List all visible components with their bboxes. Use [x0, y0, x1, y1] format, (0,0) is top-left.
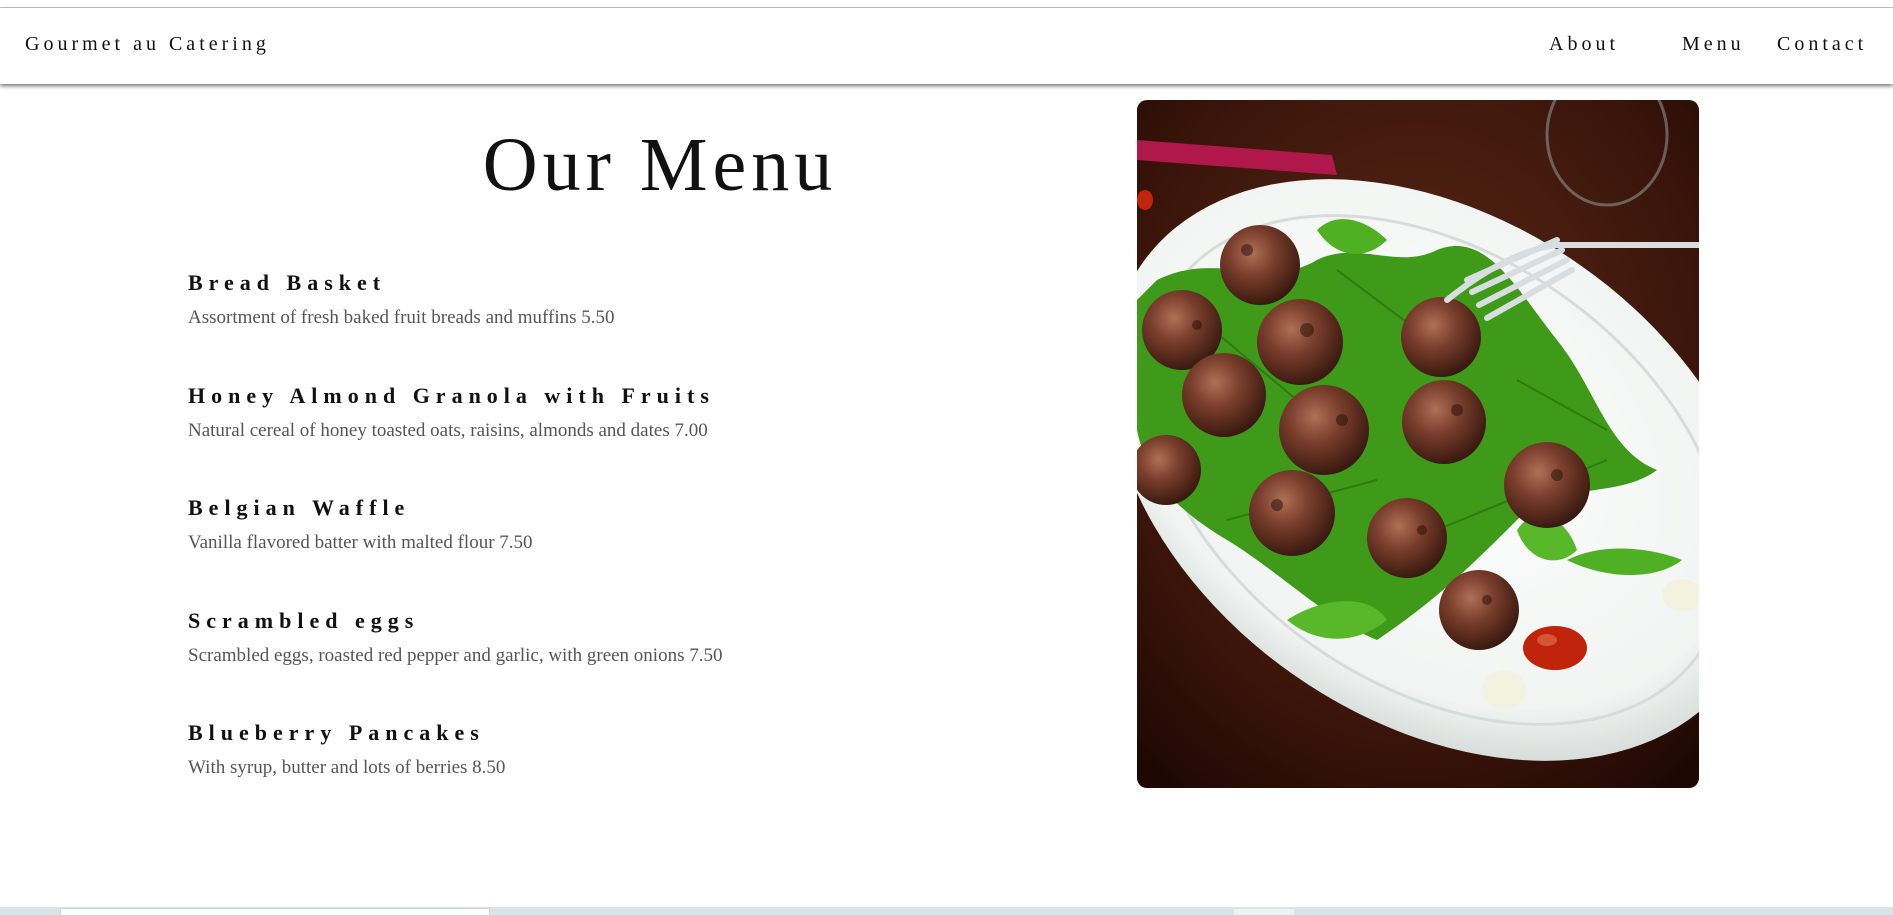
menu-item-name: Scrambled eggs [188, 607, 420, 633]
menu-list: Bread Basket Assortment of fresh baked f… [188, 268, 1088, 831]
menu-item-description: Assortment of fresh baked fruit breads a… [188, 307, 615, 328]
footer-panel [1234, 909, 1294, 915]
nav-menu-link[interactable]: Menu [1682, 33, 1745, 56]
brand-link[interactable]: Gourmet au Catering [25, 33, 270, 56]
meatballs-plate-image [1137, 100, 1699, 788]
menu-item-name: Bread Basket [188, 270, 387, 295]
menu-item-description: Scrambled eggs, roasted red pepper and g… [188, 644, 723, 666]
nav-about-link[interactable]: About [1549, 33, 1619, 56]
top-border [0, 0, 1893, 8]
nav-contact-link[interactable]: Contact [1777, 33, 1867, 56]
menu-item: Belgian Waffle Vanilla flavored batter w… [188, 493, 1088, 606]
menu-item: Bread Basket Assortment of fresh baked f… [188, 268, 1088, 381]
menu-item: Honey Almond Granola with Fruits Natural… [188, 381, 1088, 494]
menu-item-name: Honey Almond Granola with Fruits [188, 382, 715, 408]
footer-panel [60, 908, 490, 915]
top-navbar: Gourmet au Catering About Menu Contact [0, 8, 1893, 84]
menu-item: Blueberry Pancakes With syrup, butter an… [188, 718, 1088, 831]
menu-item-description: With syrup, butter and lots of berries 8… [188, 757, 506, 778]
menu-item-name: Belgian Waffle [188, 495, 411, 520]
menu-title: Our Menu [482, 123, 838, 207]
menu-item: Scrambled eggs Scrambled eggs, roasted r… [188, 606, 1088, 719]
menu-item-description: Vanilla flavored batter with malted flou… [188, 532, 533, 553]
menu-item-description: Natural cereal of honey toasted oats, ra… [188, 419, 708, 441]
food-photo [1137, 100, 1699, 788]
menu-item-name: Blueberry Pancakes [188, 720, 485, 745]
